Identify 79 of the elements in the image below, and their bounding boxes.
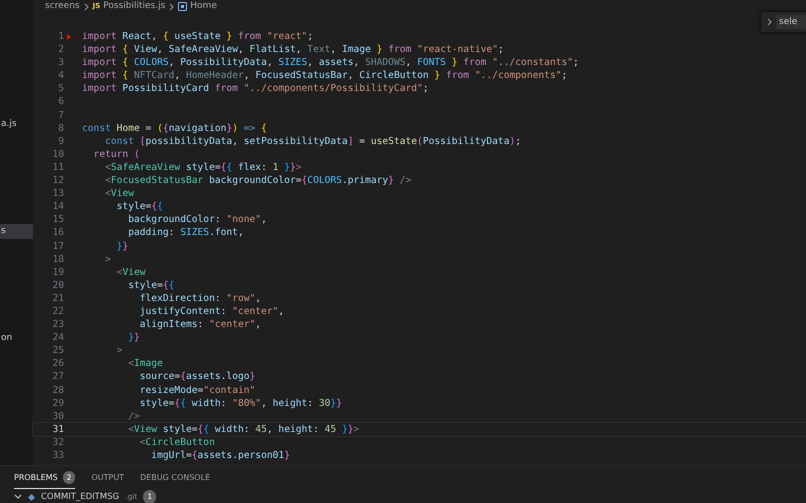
line-number: 11	[51, 160, 64, 174]
code-line: style={{	[116, 200, 163, 214]
file-item[interactable]: on	[0, 331, 33, 346]
code-line: backgroundColor: "none",	[127, 213, 267, 226]
chevron-icon	[766, 18, 772, 26]
code-line: import { View, SafeAreaView, FlatList, Text, Image } from "react-native";	[82, 43, 504, 56]
code-line: justifyContent: "center",	[138, 304, 284, 318]
code-line: style={{ width: "80%", height: 30}}	[138, 396, 342, 410]
code-line: const [possibilityData, setPossibilityData] = useState(PossibilityData);	[104, 134, 522, 148]
line-number: 2	[57, 43, 64, 56]
file-item[interactable]: a.js	[0, 117, 33, 132]
code-line: <Image	[127, 357, 163, 370]
code-line: imgUrl={assets.person01}	[150, 449, 290, 462]
code-line: />	[127, 410, 140, 423]
line-number: 27	[51, 370, 64, 384]
line-number: 15	[51, 213, 64, 226]
breadcrumb-item[interactable]: screens	[45, 0, 80, 14]
panel-tab[interactable]: OUTPUT	[91, 468, 124, 488]
line-number: 24	[51, 331, 64, 344]
line-number: 12	[51, 174, 64, 188]
line-number: 3	[57, 56, 64, 70]
code-line: alignItems: "center",	[138, 318, 262, 332]
line-number: 1	[57, 30, 64, 44]
code-line: >	[116, 344, 122, 358]
line-number: 17	[51, 240, 64, 253]
line-number: 22	[51, 304, 64, 318]
line-number: 18	[51, 252, 64, 266]
code-line: <CircleButton	[138, 436, 215, 449]
line-number: 6	[57, 95, 64, 109]
line-number: 20	[51, 278, 64, 292]
code-line: resizeMode="contain"	[138, 384, 256, 397]
code-line: }}	[127, 331, 140, 344]
line-number: 4	[57, 69, 64, 82]
line-number: 31	[51, 422, 64, 436]
line-number: 33	[51, 449, 64, 462]
code-line: <FocusedStatusBar backgroundColor={COLORS.primary} />	[104, 174, 412, 188]
line-number: 23	[51, 318, 64, 332]
line-number: 9	[57, 134, 64, 148]
breadcrumb-item[interactable]: Home	[190, 0, 217, 14]
chevron-icon	[168, 2, 176, 10]
line-number: 25	[51, 344, 64, 358]
line-number: 29	[51, 396, 64, 410]
code-line: <View	[116, 266, 146, 279]
code-line: import React, { useState } from "react";	[82, 30, 314, 44]
problem-file[interactable]: COMMIT_EDITMSG	[41, 490, 120, 503]
code-line: <SafeAreaView style={{ flex: 1 }}>	[104, 160, 302, 174]
line-number: 7	[57, 108, 64, 122]
code-line: return (	[92, 148, 140, 161]
code-line: <View style={{ width: 45, height: 45 }}>	[127, 422, 360, 436]
file-item[interactable]: s	[0, 224, 33, 239]
line-number: 10	[51, 148, 64, 161]
find-input[interactable]: sele	[776, 15, 806, 29]
line-number: 5	[57, 82, 64, 96]
line-number: 8	[57, 122, 64, 135]
diamond-icon	[28, 494, 35, 500]
line-number: 26	[51, 357, 64, 370]
code-line: >	[104, 252, 111, 266]
code-line: import { COLORS, PossibilityData, SIZES, assets, SHADOWS, FONTS } from "../constants";	[82, 56, 579, 70]
panel-tab[interactable]: DEBUG CONSOLE	[140, 468, 210, 488]
line-number: 30	[51, 410, 64, 423]
code-line: flexDirection: "row",	[138, 292, 262, 305]
code-line: const Home = ({navigation}) => {	[82, 122, 267, 135]
line-number: 19	[51, 266, 64, 279]
breadcrumb-item[interactable]: Possibilities.js	[103, 0, 166, 14]
line-number: 16	[51, 226, 64, 240]
line-number: 13	[51, 187, 64, 200]
chevron-icon	[82, 2, 90, 10]
line-number: 14	[51, 200, 64, 214]
symbol-icon	[178, 2, 188, 11]
line-number: 28	[51, 384, 64, 397]
code-line: padding: SIZES.font,	[127, 226, 244, 240]
line-number: 21	[51, 292, 64, 305]
code-line: }}	[116, 240, 128, 253]
code-line: import PossibilityCard from "../components/PossibilityCard";	[82, 82, 429, 96]
code-line: <View	[104, 187, 134, 200]
line-number: 32	[51, 436, 64, 449]
code-line: import { NFTCard, HomeHeader, FocusedStatusBar, CircleButton } from "../components";	[82, 69, 568, 82]
code-line: style={{	[127, 278, 174, 292]
code-line: source={assets.logo}	[138, 370, 256, 384]
